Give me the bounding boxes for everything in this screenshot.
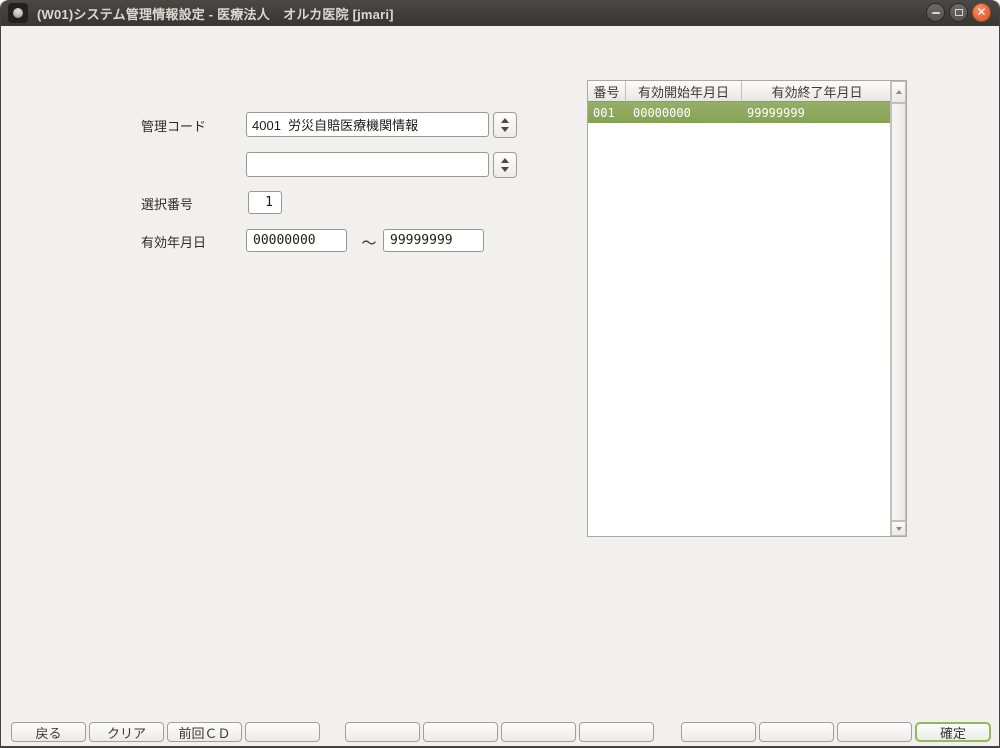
selection-number-label: 選択番号 (141, 194, 193, 213)
scroll-up-icon (896, 90, 902, 94)
mgmt-code-sub-input[interactable] (246, 152, 489, 177)
empty-button-7[interactable] (759, 722, 834, 742)
confirm-button[interactable]: 確定 (915, 722, 991, 742)
title-bar: (W01)システム管理情報設定 - 医療法人 オルカ医院 [jmari] ✕ (1, 0, 999, 26)
close-button[interactable]: ✕ (972, 3, 991, 22)
maximize-button[interactable] (949, 3, 968, 22)
mgmt-code-spinner[interactable] (493, 112, 517, 138)
app-icon (8, 3, 28, 23)
col-header-number[interactable]: 番号 (588, 81, 626, 102)
cell-end-date: 99999999 (742, 102, 892, 123)
app-icon-dot (13, 8, 23, 18)
cell-start-date: 00000000 (626, 102, 742, 123)
empty-button-2[interactable] (345, 722, 420, 742)
mgmt-code-sub-spinner[interactable] (493, 152, 517, 178)
scroll-down-icon (896, 527, 902, 531)
empty-button-1[interactable] (245, 722, 320, 742)
col-header-start-date[interactable]: 有効開始年月日 (626, 81, 742, 102)
empty-button-3[interactable] (423, 722, 498, 742)
spinner-up-icon (501, 118, 509, 123)
window-title: (W01)システム管理情報設定 - 医療法人 オルカ医院 [jmari] (37, 4, 394, 23)
app-window: (W01)システム管理情報設定 - 医療法人 オルカ医院 [jmari] ✕ 管… (0, 0, 1000, 748)
spinner-down-icon (501, 167, 509, 172)
prev-cd-button[interactable]: 前回ＣＤ (167, 722, 242, 742)
cell-number: 001 (588, 102, 626, 123)
minimize-button[interactable] (926, 3, 945, 22)
clear-button[interactable]: クリア (89, 722, 164, 742)
close-icon: ✕ (976, 6, 986, 18)
valid-date-table: 番号 有効開始年月日 有効終了年月日 001 00000000 99999999 (587, 80, 907, 537)
table-scrollbar[interactable] (890, 81, 906, 536)
table-row[interactable]: 001 00000000 99999999 (588, 102, 906, 123)
valid-date-label: 有効年月日 (141, 232, 206, 251)
spinner-down-icon (501, 127, 509, 132)
scrollbar-thumb[interactable] (891, 103, 906, 521)
empty-button-5[interactable] (579, 722, 654, 742)
back-button[interactable]: 戻る (11, 722, 86, 742)
valid-date-end-input[interactable] (383, 229, 484, 252)
window-controls: ✕ (926, 3, 991, 22)
maximize-icon (955, 9, 963, 16)
valid-date-start-input[interactable] (246, 229, 347, 252)
scroll-up-button[interactable] (891, 81, 906, 103)
col-header-end-date[interactable]: 有効終了年月日 (742, 81, 892, 102)
scroll-down-button[interactable] (891, 521, 906, 536)
mgmt-code-input[interactable] (246, 112, 489, 137)
table-header: 番号 有効開始年月日 有効終了年月日 (588, 81, 906, 102)
spinner-up-icon (501, 158, 509, 163)
empty-button-6[interactable] (681, 722, 756, 742)
empty-button-4[interactable] (501, 722, 576, 742)
date-range-separator: ～ (355, 232, 383, 253)
mgmt-code-label: 管理コード (141, 116, 206, 135)
selection-number-input[interactable] (248, 191, 282, 214)
minimize-icon (932, 12, 940, 14)
empty-button-8[interactable] (837, 722, 912, 742)
